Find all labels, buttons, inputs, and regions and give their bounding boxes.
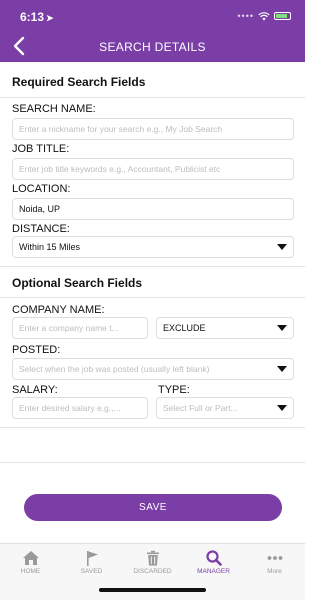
chevron-down-icon — [277, 325, 287, 331]
distance-select[interactable]: Within 15 Miles — [12, 236, 294, 258]
divider — [0, 297, 305, 298]
distance-value: Within 15 Miles — [19, 242, 81, 252]
posted-placeholder: Select when the job was posted (usually … — [19, 364, 210, 374]
company-name-input[interactable]: Enter a company name t... — [12, 317, 148, 339]
trash-icon — [146, 550, 159, 566]
location-arrow-icon: ➤ — [46, 13, 54, 23]
posted-select[interactable]: Select when the job was posted (usually … — [12, 358, 294, 380]
wifi-icon — [258, 11, 270, 20]
search-name-label: SEARCH NAME: — [12, 103, 96, 115]
tab-home[interactable]: HOME — [0, 550, 61, 575]
type-select[interactable]: Select Full or Part... — [156, 397, 294, 419]
required-section-title: Required Search Fields — [12, 75, 146, 89]
company-mode-value: EXCLUDE — [163, 323, 206, 333]
company-mode-select[interactable]: EXCLUDE — [156, 317, 294, 339]
tab-more[interactable]: More — [244, 550, 305, 575]
divider — [0, 266, 305, 267]
salary-input[interactable]: Enter desired salary e.g.,... — [12, 397, 148, 419]
home-icon — [22, 551, 39, 565]
tab-label: HOME — [20, 568, 41, 575]
chevron-down-icon — [277, 244, 287, 250]
divider — [0, 97, 305, 98]
job-title-label: JOB TITLE: — [12, 143, 70, 155]
home-indicator[interactable] — [99, 588, 206, 592]
tab-manager[interactable]: MANAGER — [183, 550, 244, 575]
salary-label: SALARY: — [12, 384, 58, 396]
tab-label: SAVED — [80, 568, 103, 575]
chevron-down-icon — [277, 405, 287, 411]
tab-label: MANAGER — [197, 568, 230, 575]
distance-label: DISTANCE: — [12, 223, 70, 235]
company-name-label: COMPANY NAME: — [12, 304, 105, 316]
tab-discarded[interactable]: DISCARDED — [122, 550, 183, 575]
divider — [0, 427, 305, 428]
location-label: LOCATION: — [12, 183, 71, 195]
posted-label: POSTED: — [12, 344, 61, 356]
location-input[interactable]: Noida, UP — [12, 198, 294, 220]
optional-section-title: Optional Search Fields — [12, 276, 143, 290]
type-label: TYPE: — [158, 384, 190, 396]
job-title-input[interactable]: Enter job title keywords e.g., Accountan… — [12, 158, 294, 180]
more-icon — [267, 556, 282, 560]
tab-label: More — [267, 568, 282, 575]
tab-label: DISCARDED — [133, 568, 172, 575]
search-name-input[interactable]: Enter a nickname for your search e.g., M… — [12, 118, 294, 140]
save-button[interactable]: SAVE — [24, 494, 282, 521]
app-header: 6:13 ➤ •••• SEARCH DETAILS — [0, 0, 305, 62]
tab-saved[interactable]: SAVED — [61, 550, 122, 575]
battery-icon — [274, 12, 291, 20]
divider — [0, 462, 305, 463]
page-title: SEARCH DETAILS — [99, 40, 206, 54]
search-icon — [205, 550, 222, 566]
signal-icon: •••• — [237, 11, 254, 21]
type-placeholder: Select Full or Part... — [163, 403, 238, 413]
flag-icon — [86, 551, 98, 566]
status-icons: •••• — [237, 11, 291, 21]
chevron-down-icon — [277, 366, 287, 372]
status-time-text: 6:13 — [20, 10, 45, 24]
status-time: 6:13 ➤ — [20, 10, 54, 24]
